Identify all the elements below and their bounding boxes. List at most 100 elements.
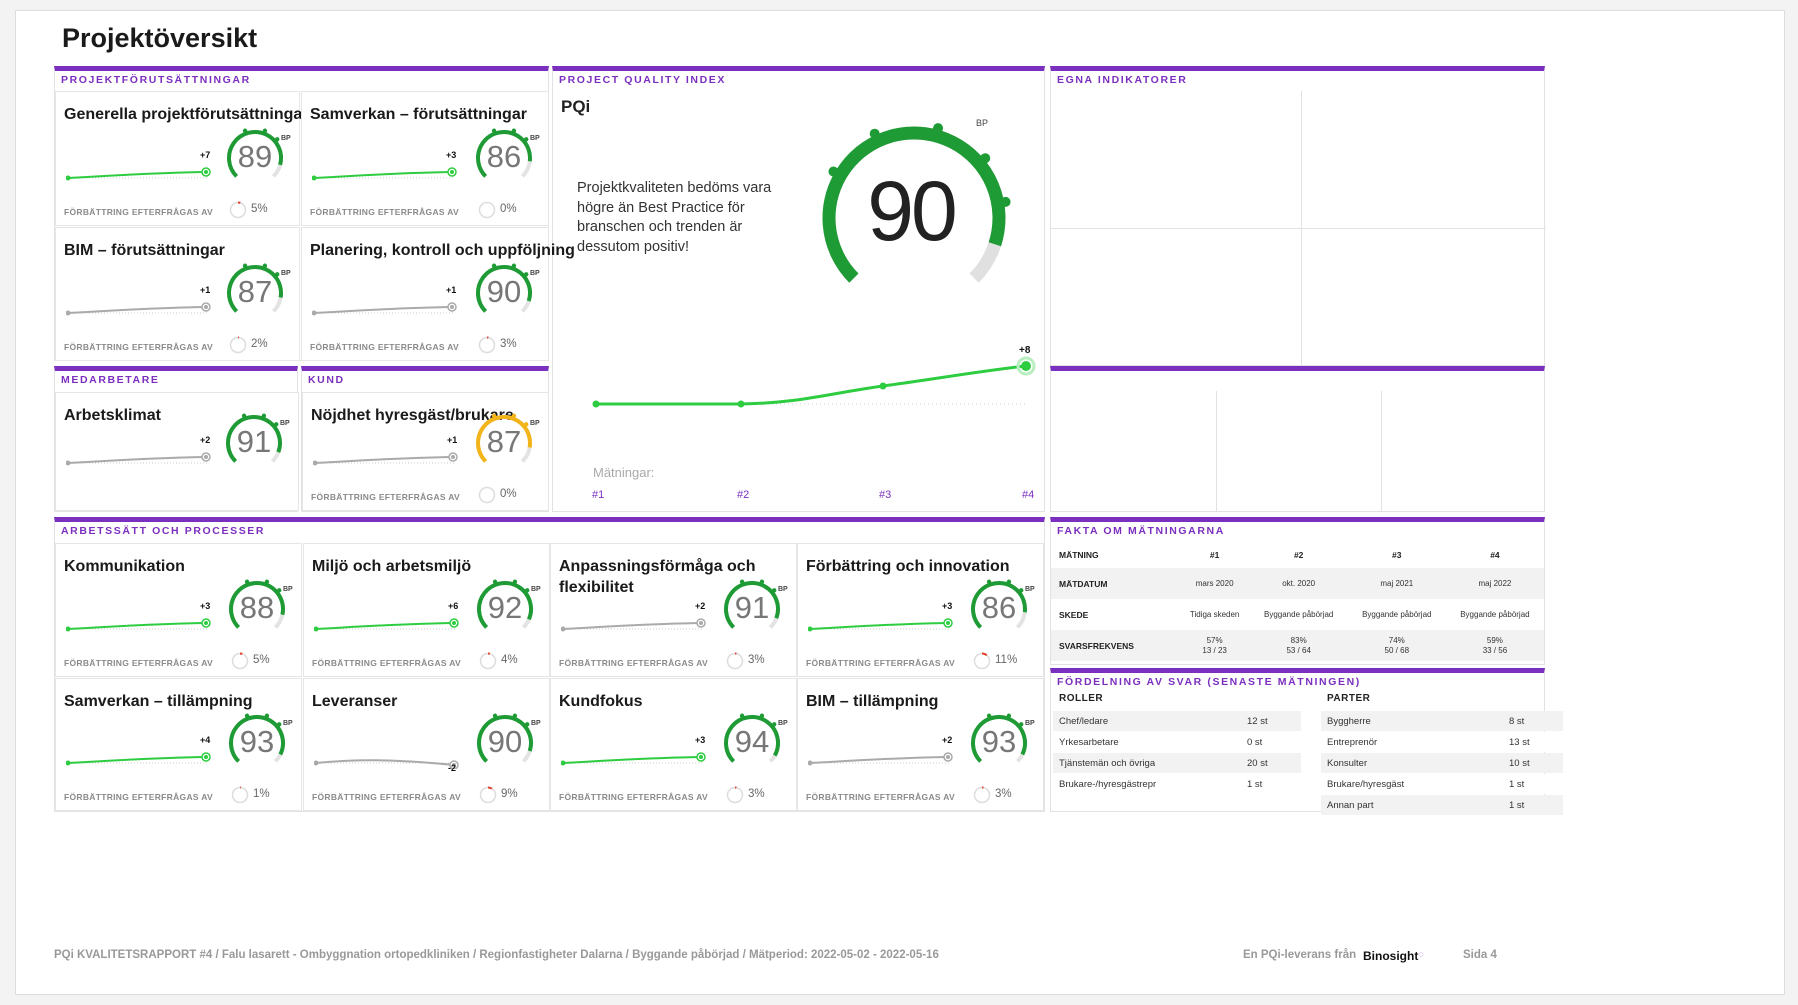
kpi-pct: 9% [501, 788, 518, 800]
kpi-footer-label: FÖRBÄTTRING EFTERFRÅGAS AV [312, 792, 461, 802]
kpi-card[interactable]: Samverkan – tillämpning +4 93 BP FÖRBÄTTRING… [55, 678, 302, 811]
fakta-header-cell: #1 [1209, 550, 1220, 560]
kpi-delta: +4 [200, 735, 211, 745]
pqi-x-label: #4 [1022, 489, 1034, 501]
fakta-row-label: SVARSFREKVENS [1059, 640, 1134, 651]
fakta-cell: Byggande påbörjad [1263, 609, 1334, 619]
kpi-title: Anpassningsförmåga och flexibilitet [559, 558, 756, 596]
kpi-card[interactable]: Planering, kontroll och uppföljning +1 90 B… [301, 227, 575, 361]
kpi-title: BIM – förutsättningar [64, 242, 225, 259]
bp-label: BP [531, 586, 541, 593]
kpi-value: 92 [487, 590, 523, 625]
kpi-footer-label: FÖRBÄTTRING EFTERFRÅGAS AV [559, 658, 708, 668]
kpi-value: 86 [486, 139, 522, 174]
kpi-value: 90 [486, 274, 522, 309]
kpi-pct: 0% [500, 488, 517, 500]
kpi-delta: +1 [446, 285, 457, 295]
kpi-footer-label: FÖRBÄTTRING EFTERFRÅGAS AV [64, 342, 213, 352]
kpi-footer-label: FÖRBÄTTRING EFTERFRÅGAS AV [806, 658, 955, 668]
kpi-footer-label: FÖRBÄTTRING EFTERFRÅGAS AV [312, 658, 461, 668]
kpi-card[interactable]: Leveranser -2 90 BP FÖRBÄTTRING EFTERFRÅGAS … [303, 678, 550, 811]
fordelning-count: 1 st [1509, 779, 1525, 790]
kpi-card[interactable]: Förbättring och innovation +3 86 BP FÖRBÄTTR… [797, 543, 1044, 677]
kpi-delta: +2 [200, 435, 211, 445]
kpi-pct: 4% [501, 654, 518, 666]
kpi-card[interactable]: Samverkan – förutsättningar +3 86 BP FÖRBÄTT… [301, 91, 549, 226]
pqi-matningar-label: Mätningar: [593, 465, 654, 480]
kpi-value: 93 [239, 724, 275, 759]
pqi-trend-point [1021, 361, 1031, 371]
panel-fakta: FAKTA OM MÄTNINGARNA MÄTNING #1 #2 #3 #4 MÄTD… [1050, 517, 1545, 665]
section-heading: KUND [308, 374, 345, 386]
kpi-delta: +3 [942, 601, 953, 611]
kpi-card[interactable]: Anpassningsförmåga och flexibilitet +2 91 B… [550, 543, 797, 677]
kpi-title: Kundfokus [559, 693, 643, 710]
fakta-row: SVARSFREKVENS 57% 13 / 23 83% 53 / 64 74% 5… [1051, 630, 1544, 661]
kpi-value: 91 [236, 424, 272, 459]
report-page: Projektöversikt PROJEKTFÖRUTSÄTTNINGAR P… [15, 10, 1785, 995]
fakta-cell: Tidiga skeden [1189, 609, 1240, 619]
kpi-value: 86 [981, 590, 1017, 625]
kpi-card[interactable]: Kommunikation +3 88 BP FÖRBÄTTRING EFTERFRÅG… [55, 543, 302, 677]
pct-ring [229, 336, 247, 354]
pqi-trend-point [737, 400, 745, 408]
fordelning-label: Konsulter [1327, 758, 1368, 769]
fordelning-label: Chef/ledare [1059, 716, 1109, 727]
kpi-delta: -2 [448, 763, 457, 773]
kpi-title: Förbättring och innovation [806, 558, 1010, 575]
fordelning-count: 1 st [1509, 800, 1525, 811]
pct-ring [478, 336, 496, 354]
pqi-delta: +8 [1019, 345, 1031, 356]
fordelning-label: Annan part [1327, 800, 1374, 811]
report-footer: PQi KVALITETSRAPPORT #4 / Falu lasarett … [54, 949, 939, 961]
pct-ring [231, 652, 249, 670]
kpi-footer-label: FÖRBÄTTRING EFTERFRÅGAS AV [64, 658, 213, 668]
bp-label: BP [531, 720, 541, 727]
fordelning-count: 10 st [1509, 758, 1530, 769]
kpi-title: Arbetsklimat [64, 407, 161, 424]
pqi-x-label: #2 [737, 489, 749, 501]
pct-ring [231, 786, 249, 804]
fordelning-label: Entreprenör [1327, 737, 1378, 748]
page-number: Sida 4 [1463, 949, 1497, 961]
bp-label: BP [280, 420, 290, 427]
fordelning-label: Yrkesarbetare [1059, 737, 1119, 748]
pqi-x-label: #1 [592, 489, 604, 501]
kpi-delta: +2 [942, 735, 953, 745]
kpi-title: Nöjdhet hyresgäst/brukare [311, 407, 514, 424]
fordelning-count: 0 st [1247, 737, 1263, 748]
bp-label: BP [281, 270, 291, 277]
kpi-value: 87 [486, 424, 522, 459]
pqi-trend-point [592, 400, 600, 408]
bp-label: BP [283, 720, 293, 727]
fordelning-label: Tjänstemän och övriga [1059, 758, 1156, 769]
fakta-cell: maj 2022 [1478, 578, 1512, 588]
fakta-cell: mars 2020 [1195, 578, 1234, 588]
kpi-card[interactable]: BIM – tillämpning +2 93 BP FÖRBÄTTRING EFTER… [797, 678, 1044, 811]
kpi-delta: +3 [695, 735, 706, 745]
kpi-pct: 3% [748, 654, 765, 666]
kpi-delta: +3 [200, 601, 211, 611]
panel-egna-indikatorer-2 [1050, 366, 1545, 512]
kpi-footer-label: FÖRBÄTTRING EFTERFRÅGAS AV [310, 207, 459, 217]
fakta-table: MÄTNING #1 #2 #3 #4 MÄTDATUM mars 2020 okt. 202… [1051, 542, 1544, 661]
pct-ring [973, 786, 991, 804]
delivery-label: En PQi-leverans från [1243, 949, 1357, 961]
fordelning-label: Brukare-/hyresgästrepr [1059, 779, 1157, 790]
fordelning-count: 8 st [1509, 716, 1525, 727]
kpi-card[interactable]: Arbetsklimat +2 91 BP [55, 392, 299, 511]
pct-ring [479, 786, 497, 804]
kpi-card[interactable]: BIM – förutsättningar +1 87 BP FÖRBÄTTRING E… [55, 227, 300, 361]
bp-label: BP [530, 135, 540, 142]
kpi-pct: 2% [251, 338, 268, 350]
kpi-pct: 11% [995, 654, 1018, 666]
bp-label: BP [530, 420, 540, 427]
pqi-trend-point [879, 382, 887, 390]
bp-label: BP [778, 586, 788, 593]
kpi-card[interactable]: Kundfokus +3 94 BP FÖRBÄTTRING EFTERFRÅGAS A… [550, 678, 797, 811]
kpi-card[interactable]: Nöjdhet hyresgäst/brukare +1 87 BP FÖRBÄTTRI… [302, 392, 549, 511]
kpi-title: BIM – tillämpning [806, 693, 939, 710]
kpi-card[interactable]: Generella projektförutsättningar +7 89 BP FÖ… [55, 91, 309, 226]
pct-ring [973, 652, 991, 670]
kpi-card[interactable]: Miljö och arbetsmiljö +6 92 BP FÖRBÄTTRING E… [303, 543, 550, 677]
